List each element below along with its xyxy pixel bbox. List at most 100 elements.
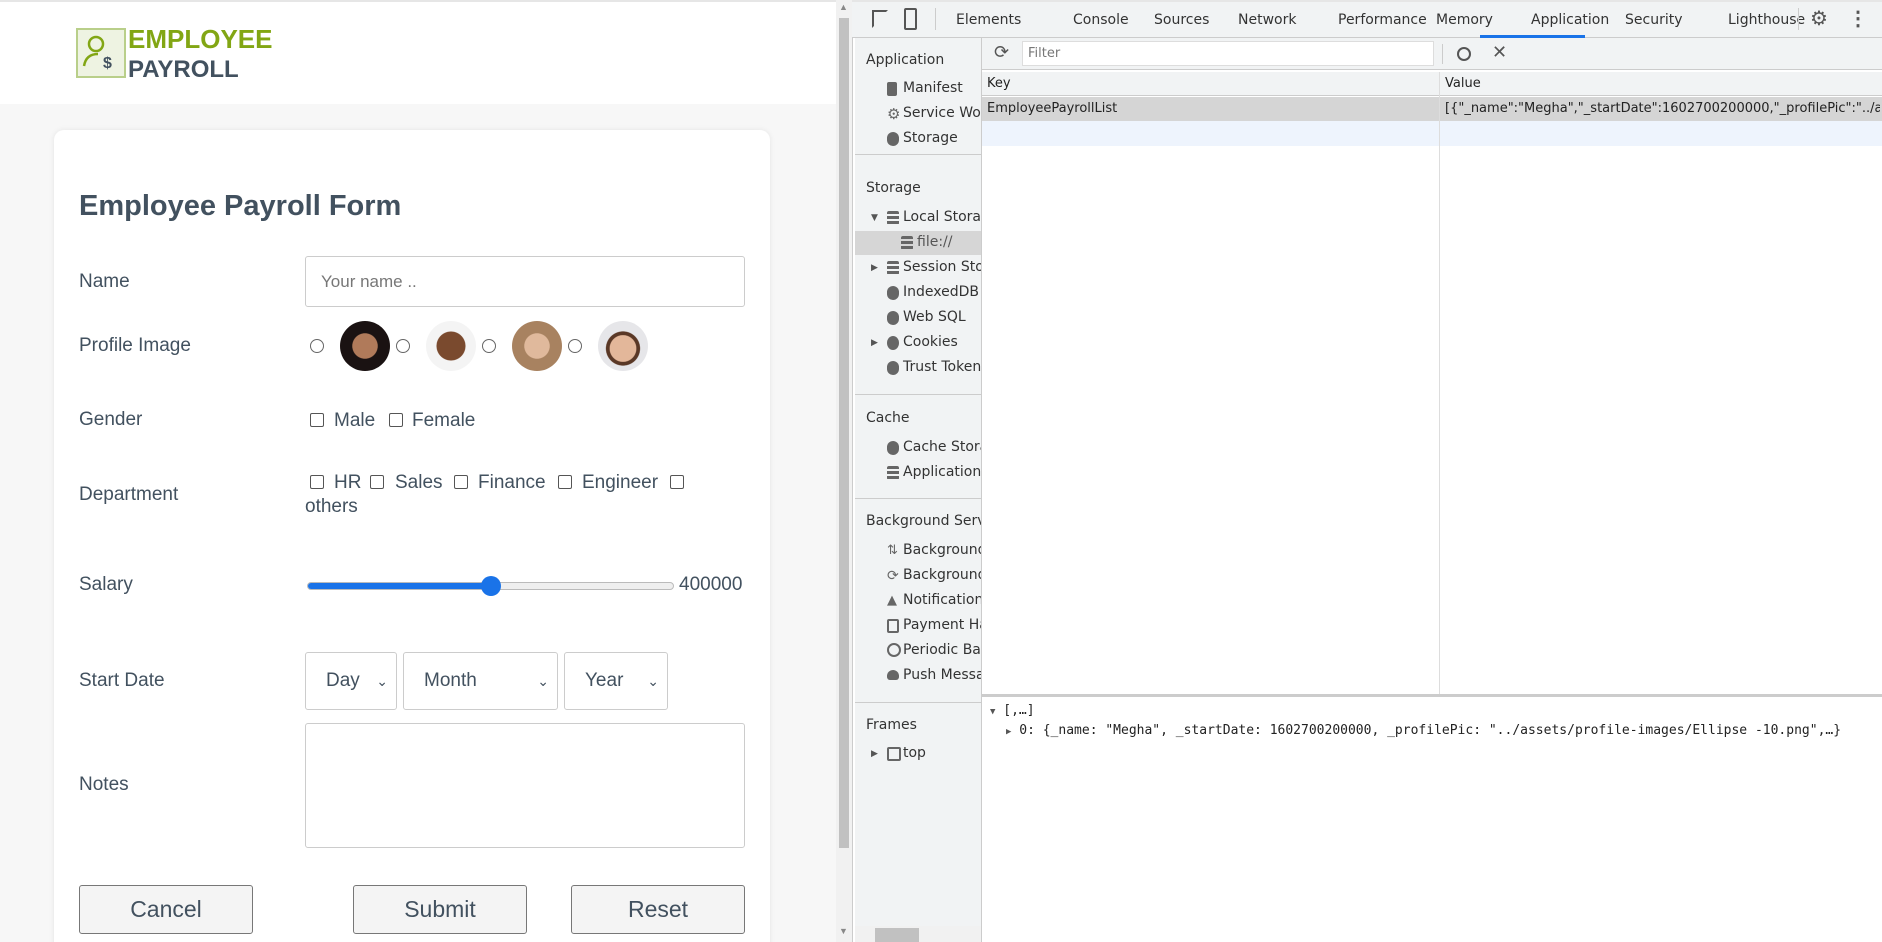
expand-right-icon[interactable]: ▶ (871, 263, 878, 273)
table-row[interactable]: EmployeePayrollList [{"_name":"Megha","_… (982, 97, 1882, 121)
sidebar-item-storage[interactable]: Storage (903, 130, 958, 146)
sidebar-item-push-messaging[interactable]: Push Messaging (903, 667, 981, 683)
month-select[interactable]: Month ⌄ (403, 652, 558, 710)
expand-down-icon[interactable]: ▼ (990, 707, 995, 717)
more-options-icon[interactable]: ⋮ (1848, 6, 1868, 31)
device-toolbar-icon[interactable] (904, 8, 917, 30)
sidebar-item-trust-tokens[interactable]: Trust Tokens (903, 359, 981, 375)
sidebar-item-payment-handler[interactable]: Payment Handler (903, 617, 981, 633)
gender-label: Gender (79, 409, 143, 430)
sidebar-item-cookies[interactable]: Cookies (903, 334, 958, 350)
tab-memory[interactable]: Memory (1436, 12, 1493, 28)
logo-text-employee: EMPLOYEE (128, 24, 273, 54)
tab-console[interactable]: Console (1073, 12, 1129, 28)
expand-right-icon[interactable]: ▶ (871, 338, 878, 348)
salary-slider-thumb[interactable] (480, 576, 501, 596)
department-label: Department (79, 484, 179, 505)
gender-female-label: Female (412, 410, 476, 431)
dept-others-checkbox[interactable] (670, 475, 684, 489)
column-divider[interactable] (1439, 72, 1440, 694)
sidebar-item-cache-storage[interactable]: Cache Storage (903, 439, 981, 455)
dept-engineer-checkbox[interactable] (558, 475, 572, 489)
scroll-down-icon[interactable]: ▼ (839, 926, 848, 936)
preview-root-text: [,…] (1003, 703, 1035, 718)
tab-lighthouse[interactable]: Lighthouse (1728, 12, 1805, 28)
sidebar-item-service-workers[interactable]: Service Workers (903, 105, 981, 121)
pane-resizer[interactable] (982, 694, 1882, 697)
name-input[interactable]: Your name .. (305, 256, 745, 307)
day-select[interactable]: Day ⌄ (305, 652, 397, 710)
file-icon (887, 82, 897, 96)
salary-slider-fill (308, 583, 491, 589)
delete-selected-icon[interactable]: ✕ (1492, 42, 1507, 63)
clear-all-icon[interactable] (1457, 47, 1471, 61)
profile-radio-3[interactable] (482, 339, 496, 353)
sidebar-item-background-sync[interactable]: Background Sync (903, 567, 981, 583)
scroll-up-icon[interactable]: ▲ (839, 2, 848, 12)
scrollbar-thumb[interactable] (875, 928, 919, 942)
tab-elements[interactable]: Elements (956, 12, 1021, 28)
notes-textarea[interactable] (305, 723, 745, 848)
profile-avatar-2[interactable] (426, 321, 476, 371)
cancel-button[interactable]: Cancel (79, 885, 253, 934)
sidebar-item-session-storage[interactable]: Session Storage (903, 259, 981, 275)
sidebar-item-background-fetch[interactable]: Background Fetch (903, 542, 981, 558)
refresh-icon[interactable]: ⟳ (994, 42, 1009, 63)
sidebar-item-notifications[interactable]: Notifications (903, 592, 981, 608)
dept-hr-checkbox[interactable] (310, 475, 324, 489)
reset-button[interactable]: Reset (571, 885, 745, 934)
sidebar-item-local-storage-file[interactable]: file:// (917, 234, 952, 250)
tab-sources[interactable]: Sources (1154, 12, 1209, 28)
submit-button[interactable]: Submit (353, 885, 527, 934)
tab-security[interactable]: Security (1625, 12, 1683, 28)
profile-image-label: Profile Image (79, 335, 191, 356)
key-column-header[interactable]: Key (987, 76, 1011, 91)
sidebar-horizontal-scrollbar[interactable] (855, 926, 981, 942)
profile-radio-1[interactable] (310, 339, 324, 353)
year-select[interactable]: Year ⌄ (564, 652, 668, 710)
sidebar-item-frame-top[interactable]: top (903, 745, 926, 761)
divider (855, 154, 981, 155)
sidebar-item-local-storage[interactable]: Local Storage (903, 209, 981, 225)
preview-item[interactable]: ▶ 0: {_name: "Megha", _startDate: 160270… (1006, 723, 1882, 738)
tab-network[interactable]: Network (1238, 12, 1296, 28)
sidebar-item-application-cache[interactable]: Application Cache (903, 464, 981, 480)
inspect-element-icon[interactable] (872, 10, 888, 28)
notes-label: Notes (79, 774, 129, 795)
profile-radio-4[interactable] (568, 339, 582, 353)
expand-right-icon[interactable]: ▶ (1006, 727, 1011, 737)
page-scrollbar[interactable]: ▲ ▼ (836, 0, 852, 942)
gender-male-label: Male (334, 410, 376, 431)
sidebar-item-web-sql[interactable]: Web SQL (903, 309, 966, 325)
sidebar-item-manifest[interactable]: Manifest (903, 80, 963, 96)
gender-female-checkbox[interactable] (389, 413, 403, 427)
devtools-tab-bar: Elements Console Sources Network Performance… (852, 0, 1882, 38)
sidebar-item-indexeddb[interactable]: IndexedDB (903, 284, 979, 300)
dept-hr-label: HR (334, 472, 362, 493)
storage-toolbar: ⟳ Filter ✕ (982, 38, 1882, 70)
dept-sales-checkbox[interactable] (370, 475, 384, 489)
profile-radio-2[interactable] (396, 339, 410, 353)
preview-root[interactable]: ▼ [,…] (990, 703, 1035, 718)
expand-right-icon[interactable]: ▶ (871, 749, 878, 759)
profile-avatar-3[interactable] (512, 321, 562, 371)
profile-avatar-4[interactable] (598, 321, 648, 371)
scrollbar-thumb[interactable] (839, 18, 849, 848)
dept-sales-label: Sales (395, 472, 443, 493)
expand-down-icon[interactable]: ▼ (871, 213, 878, 223)
profile-avatar-1[interactable] (340, 321, 390, 371)
dept-finance-checkbox[interactable] (454, 475, 468, 489)
database-icon (887, 132, 899, 146)
tab-application[interactable]: Application (1531, 12, 1609, 28)
gender-male-checkbox[interactable] (310, 413, 324, 427)
sidebar-heading-cache: Cache (866, 410, 910, 426)
table-empty-row[interactable] (982, 121, 1882, 146)
filter-input[interactable]: Filter (1022, 41, 1434, 66)
tab-performance[interactable]: Performance (1338, 12, 1427, 28)
settings-gear-icon[interactable]: ⚙ (1810, 6, 1828, 31)
header: $ EMPLOYEE PAYROLL (0, 2, 836, 104)
value-column-header[interactable]: Value (1445, 76, 1481, 91)
grid-icon (901, 236, 913, 250)
divider (855, 702, 981, 703)
sidebar-item-periodic-background-sync[interactable]: Periodic Background Sync (903, 642, 981, 658)
